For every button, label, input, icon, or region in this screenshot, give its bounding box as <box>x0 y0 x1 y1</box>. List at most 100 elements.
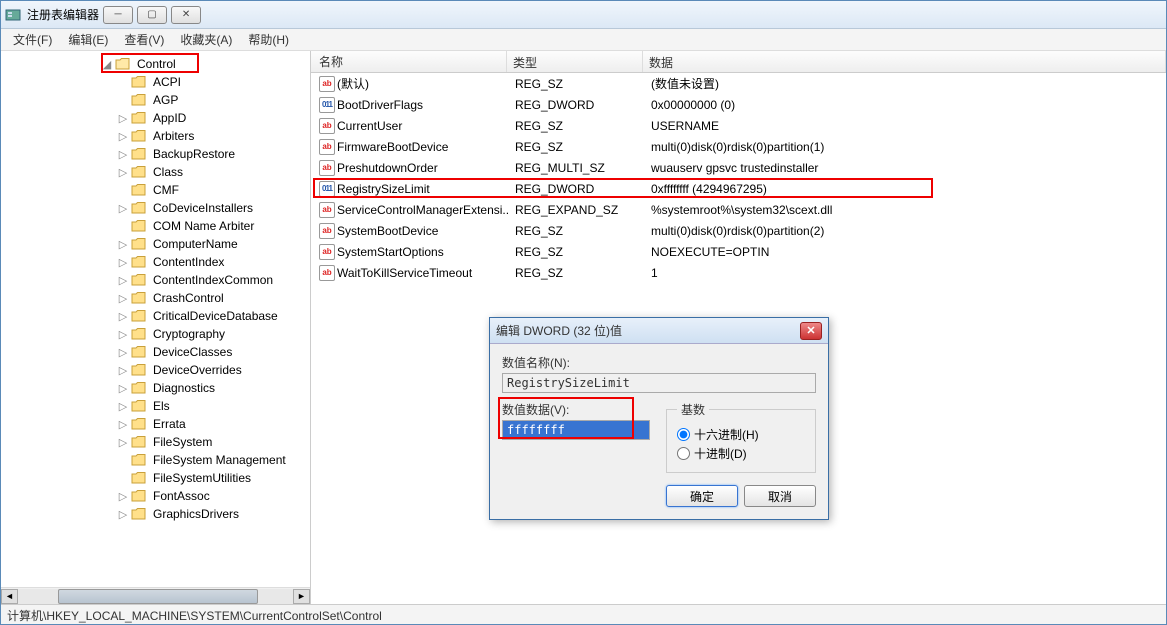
list-row[interactable]: ab(默认)REG_SZ(数值未设置) <box>311 73 1166 94</box>
value-name: FirmwareBootDevice <box>337 140 448 154</box>
string-value-icon: ab <box>319 202 335 218</box>
dialog-close-button[interactable]: ✕ <box>800 322 822 340</box>
menu-view[interactable]: 查看(V) <box>116 29 172 50</box>
list-row[interactable]: abWaitToKillServiceTimeoutREG_SZ1 <box>311 262 1166 283</box>
tree-item[interactable]: Errata <box>151 417 188 431</box>
value-data: USERNAME <box>647 119 1166 133</box>
expand-toggle-icon[interactable]: ▷ <box>117 328 129 341</box>
tree-item[interactable]: BackupRestore <box>151 147 237 161</box>
list-row[interactable]: abCurrentUserREG_SZUSERNAME <box>311 115 1166 136</box>
list-row[interactable]: abPreshutdownOrderREG_MULTI_SZwuauserv g… <box>311 157 1166 178</box>
expand-toggle-icon[interactable]: ▷ <box>117 148 129 161</box>
list-row[interactable]: 011BootDriverFlagsREG_DWORD0x00000000 (0… <box>311 94 1166 115</box>
registry-editor-window: 注册表编辑器 ─ ▢ ✕ 文件(F) 编辑(E) 查看(V) 收藏夹(A) 帮助… <box>0 0 1167 625</box>
tree-item[interactable]: FileSystem <box>151 435 214 449</box>
string-value-icon: ab <box>319 118 335 134</box>
tree-item[interactable]: ComputerName <box>151 237 240 251</box>
tree-item[interactable]: Class <box>151 165 185 179</box>
binary-value-icon: 011 <box>319 181 335 197</box>
tree-item[interactable]: CMF <box>151 183 181 197</box>
value-name-label: 数值名称(N): <box>502 354 816 371</box>
maximize-button[interactable]: ▢ <box>137 6 167 24</box>
expand-toggle-icon[interactable]: ▷ <box>117 490 129 503</box>
tree-item[interactable]: ACPI <box>151 75 183 89</box>
radio-hex-input[interactable] <box>677 428 690 441</box>
value-name: SystemStartOptions <box>337 245 444 259</box>
menu-help[interactable]: 帮助(H) <box>240 29 297 50</box>
expand-toggle-icon[interactable]: ▷ <box>117 274 129 287</box>
tree-item[interactable]: CrashControl <box>151 291 226 305</box>
close-button[interactable]: ✕ <box>171 6 201 24</box>
tree-item[interactable]: ContentIndexCommon <box>151 273 275 287</box>
tree-item[interactable]: FileSystemUtilities <box>151 471 253 485</box>
value-data-input[interactable] <box>502 420 650 440</box>
expand-toggle-icon[interactable]: ▷ <box>117 508 129 521</box>
tree-item[interactable]: Diagnostics <box>151 381 217 395</box>
expand-toggle-icon[interactable]: ▷ <box>117 238 129 251</box>
expand-toggle-icon[interactable]: ◢ <box>101 58 113 71</box>
menu-file[interactable]: 文件(F) <box>5 29 60 50</box>
value-data: (数值未设置) <box>647 75 1166 92</box>
expand-toggle-icon[interactable]: ▷ <box>117 292 129 305</box>
expand-toggle-icon[interactable]: ▷ <box>117 130 129 143</box>
tree-item[interactable]: Arbiters <box>151 129 196 143</box>
list-row[interactable]: abServiceControlManagerExtensi..REG_EXPA… <box>311 199 1166 220</box>
value-type: REG_SZ <box>511 77 647 91</box>
tree-item[interactable]: COM Name Arbiter <box>151 219 256 233</box>
header-data[interactable]: 数据 <box>643 51 1166 72</box>
expand-toggle-icon[interactable]: ▷ <box>117 400 129 413</box>
tree-horizontal-scrollbar[interactable]: ◄ ► <box>1 587 310 604</box>
value-data: 0x00000000 (0) <box>647 98 1166 112</box>
list-row[interactable]: abSystemBootDeviceREG_SZmulti(0)disk(0)r… <box>311 220 1166 241</box>
radio-dec-input[interactable] <box>677 447 690 460</box>
tree-item[interactable]: Els <box>151 399 172 413</box>
list-row[interactable]: 011RegistrySizeLimitREG_DWORD0xffffffff … <box>311 178 1166 199</box>
header-type[interactable]: 类型 <box>507 51 643 72</box>
tree-item[interactable]: DeviceOverrides <box>151 363 244 377</box>
tree-item[interactable]: DeviceClasses <box>151 345 234 359</box>
value-name: WaitToKillServiceTimeout <box>337 266 472 280</box>
radio-dec[interactable]: 十进制(D) <box>677 445 805 462</box>
expand-toggle-icon[interactable]: ▷ <box>117 436 129 449</box>
tree-item-control[interactable]: Control <box>135 57 178 71</box>
string-value-icon: ab <box>319 244 335 260</box>
value-data: wuauserv gpsvc trustedinstaller <box>647 161 1166 175</box>
expand-toggle-icon[interactable]: ▷ <box>117 166 129 179</box>
expand-toggle-icon[interactable]: ▷ <box>117 112 129 125</box>
value-type: REG_SZ <box>511 224 647 238</box>
string-value-icon: ab <box>319 160 335 176</box>
tree-item[interactable]: AppID <box>151 111 188 125</box>
value-data-label: 数值数据(V): <box>502 401 650 418</box>
tree-item[interactable]: CoDeviceInstallers <box>151 201 255 215</box>
app-icon <box>5 7 21 23</box>
minimize-button[interactable]: ─ <box>103 6 133 24</box>
expand-toggle-icon[interactable]: ▷ <box>117 418 129 431</box>
expand-toggle-icon[interactable]: ▷ <box>117 202 129 215</box>
ok-button[interactable]: 确定 <box>666 485 738 507</box>
expand-toggle-icon[interactable]: ▷ <box>117 382 129 395</box>
list-row[interactable]: abSystemStartOptionsREG_SZ NOEXECUTE=OPT… <box>311 241 1166 262</box>
expand-toggle-icon[interactable]: ▷ <box>117 256 129 269</box>
tree-item[interactable]: FontAssoc <box>151 489 212 503</box>
tree-item[interactable]: CriticalDeviceDatabase <box>151 309 280 323</box>
value-name: (默认) <box>337 75 369 92</box>
tree-item[interactable]: GraphicsDrivers <box>151 507 241 521</box>
window-title: 注册表编辑器 <box>27 6 99 23</box>
expand-toggle-icon[interactable]: ▷ <box>117 310 129 323</box>
tree-item[interactable]: FileSystem Management <box>151 453 288 467</box>
tree-item[interactable]: Cryptography <box>151 327 227 341</box>
expand-toggle-icon[interactable]: ▷ <box>117 364 129 377</box>
tree-view[interactable]: ◢ Control ACPI AGP ▷ AppID ▷ Arbiters ▷ BackupR… <box>1 51 310 587</box>
radio-hex[interactable]: 十六进制(H) <box>677 426 805 443</box>
tree-item[interactable]: AGP <box>151 93 180 107</box>
menu-edit[interactable]: 编辑(E) <box>60 29 116 50</box>
tree-item[interactable]: ContentIndex <box>151 255 226 269</box>
list-row[interactable]: abFirmwareBootDeviceREG_SZmulti(0)disk(0… <box>311 136 1166 157</box>
cancel-button[interactable]: 取消 <box>744 485 816 507</box>
value-data: NOEXECUTE=OPTIN <box>647 245 1166 259</box>
value-name-input <box>502 373 816 393</box>
list-header: 名称 类型 数据 <box>311 51 1166 73</box>
expand-toggle-icon[interactable]: ▷ <box>117 346 129 359</box>
header-name[interactable]: 名称 <box>311 51 507 72</box>
menu-favorites[interactable]: 收藏夹(A) <box>172 29 240 50</box>
